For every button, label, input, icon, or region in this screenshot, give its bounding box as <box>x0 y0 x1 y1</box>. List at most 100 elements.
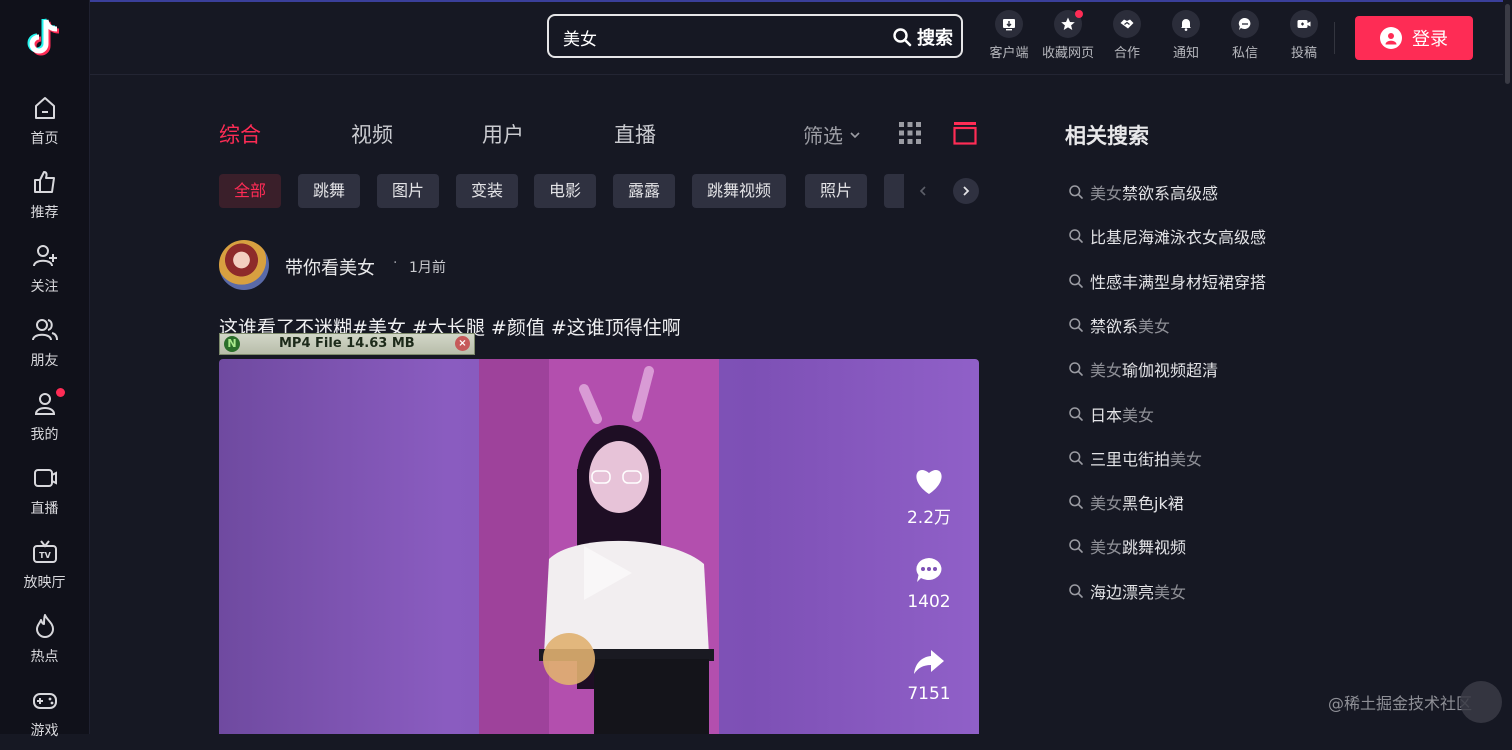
sidebar-item-label: 热点 <box>30 649 59 665</box>
search-input[interactable] <box>561 24 865 50</box>
bell-icon <box>1181 19 1191 31</box>
tab-live[interactable]: 直播 <box>614 119 656 149</box>
header-item-client[interactable]: 客户端 <box>981 10 1037 61</box>
close-icon[interactable]: × <box>455 336 470 351</box>
keyword-text: 三里屯街拍 <box>1090 449 1171 469</box>
related-search-item[interactable]: 海边漂亮美女 <box>1068 579 1186 603</box>
sidebar-item-home[interactable]: 首页 <box>0 94 89 158</box>
sidebar-item-hot[interactable]: 热点 <box>0 612 89 676</box>
download-badge: N <box>224 336 240 352</box>
header-item-label: 投稿 <box>1290 46 1317 61</box>
related-search-item[interactable]: 比基尼海滩泳衣女高级感 <box>1068 224 1266 248</box>
follow-icon <box>32 245 57 267</box>
chip-costume[interactable]: 变装 <box>456 174 519 208</box>
sidebar-item-live[interactable]: 直播 <box>0 464 89 528</box>
sidebar-item-games[interactable]: 游戏 <box>0 686 89 750</box>
keyword-text: 海边漂亮 <box>1090 582 1155 602</box>
svg-text:TV: TV <box>39 551 51 560</box>
related-search-item[interactable]: 禁欲系美女 <box>1068 313 1170 337</box>
chip-dance[interactable]: 跳舞 <box>298 174 361 208</box>
download-overlay-bar[interactable]: N MP4 File 14.63 MB × <box>219 333 475 355</box>
floating-action-button[interactable] <box>1460 681 1502 723</box>
post-time: 1月前 <box>409 260 446 276</box>
search-icon <box>1069 185 1083 199</box>
tab-all[interactable]: 综合 <box>219 119 261 149</box>
chip-photo[interactable]: 照片 <box>805 174 868 208</box>
keyword-text: 比基尼海滩泳衣女高级感 <box>1090 228 1267 248</box>
chip-lulu[interactable]: 露露 <box>613 174 676 208</box>
sidebar-item-label: 放映厅 <box>23 575 66 591</box>
related-search-text: 禁欲系美女 <box>1090 313 1170 337</box>
search-icon <box>1069 539 1083 554</box>
keyword-text: 瑜伽视频超清 <box>1122 361 1219 381</box>
header-item-label: 客户端 <box>989 46 1029 61</box>
chip-all[interactable]: 全部 <box>219 174 282 208</box>
related-search-text: 美女黑色jk裙 <box>1090 490 1184 514</box>
related-search-text: 美女瑜伽视频超清 <box>1090 357 1218 381</box>
user-icon <box>1380 27 1402 49</box>
comment-button[interactable]: 1402 <box>899 556 959 612</box>
search-icon <box>1069 583 1083 598</box>
related-search-text: 美女禁欲系高级感 <box>1090 180 1218 204</box>
search-icon <box>1069 406 1083 421</box>
sidebar-item-me[interactable]: 我的 <box>0 388 89 454</box>
keyword-text: 日本 <box>1090 405 1123 425</box>
share-button[interactable]: 7151 <box>899 648 959 704</box>
single-view-icon[interactable] <box>953 121 977 145</box>
scrollbar-thumb[interactable] <box>1505 4 1510 84</box>
sidebar-item-label: 直播 <box>30 501 59 517</box>
meta-separator: · <box>393 255 398 271</box>
comment-icon <box>916 558 942 582</box>
header-item-upload[interactable]: 投稿 <box>1276 10 1332 61</box>
sidebar-item-friends[interactable]: 朋友 <box>0 316 89 380</box>
sidebar-item-label: 关注 <box>30 279 59 295</box>
highlighted-keyword: 美女 <box>1090 538 1123 558</box>
tab-video[interactable]: 视频 <box>351 119 393 149</box>
chip-picture[interactable]: 图片 <box>377 174 440 208</box>
download-file-label: MP4 File 14.63 MB <box>279 336 415 351</box>
tab-user[interactable]: 用户 <box>482 119 524 149</box>
keyword-text: 跳舞视频 <box>1122 538 1187 558</box>
search-button[interactable]: 搜索 <box>892 24 953 50</box>
chip-prev-button[interactable] <box>910 178 936 204</box>
related-search-item[interactable]: 美女跳舞视频 <box>1068 534 1186 558</box>
handshake-icon <box>1120 19 1134 29</box>
watermark: @稀土掘金技术社区 <box>1328 694 1473 713</box>
tiktok-logo-icon[interactable] <box>24 16 64 60</box>
related-search-text: 美女跳舞视频 <box>1090 534 1186 558</box>
chip-next-button[interactable] <box>953 178 979 204</box>
keyword-text: 性感丰满型身材短裙穿搭 <box>1090 272 1267 292</box>
header-item-cooperate[interactable]: 合作 <box>1099 10 1155 61</box>
related-search-item[interactable]: 美女黑色jk裙 <box>1068 490 1184 514</box>
highlighted-keyword: 美女 <box>1090 494 1123 514</box>
play-icon[interactable] <box>578 542 636 604</box>
video-player[interactable]: 2.2万 1402 7151 <box>219 359 979 734</box>
sidebar-item-recommend[interactable]: 推荐 <box>0 168 89 232</box>
header-item-message[interactable]: 私信 <box>1217 10 1273 61</box>
related-search-text: 三里屯街拍美女 <box>1090 446 1202 470</box>
related-search-item[interactable]: 日本美女 <box>1068 402 1154 426</box>
header-item-notify[interactable]: 通知 <box>1158 10 1214 61</box>
related-search-item[interactable]: 三里屯街拍美女 <box>1068 446 1202 470</box>
header-item-bookmark[interactable]: 收藏网页 <box>1040 10 1096 61</box>
search-icon <box>893 28 912 47</box>
search-box: 搜索 <box>547 14 963 58</box>
author-name[interactable]: 带你看美女 <box>285 254 375 280</box>
filter-dropdown[interactable]: 筛选 <box>803 120 861 149</box>
keyword-text: 黑色jk裙 <box>1122 494 1184 514</box>
keyword-text: 禁欲系高级感 <box>1122 184 1219 203</box>
chip-movie[interactable]: 电影 <box>534 174 597 208</box>
sidebar-item-label: 首页 <box>30 131 59 147</box>
login-button[interactable]: 登录 <box>1355 16 1473 60</box>
grid-view-icon[interactable] <box>898 121 922 145</box>
author-avatar[interactable] <box>219 240 269 290</box>
related-search-item[interactable]: 性感丰满型身材短裙穿搭 <box>1068 269 1266 293</box>
related-search-item[interactable]: 美女瑜伽视频超清 <box>1068 357 1218 381</box>
sidebar-item-theater[interactable]: TV 放映厅 <box>0 538 89 602</box>
like-button[interactable]: 2.2万 <box>899 467 959 528</box>
highlighted-keyword: 美女 <box>1122 405 1155 425</box>
chip-dance-video[interactable]: 跳舞视频 <box>692 174 787 208</box>
sidebar-item-follow[interactable]: 关注 <box>0 242 89 306</box>
related-search-item[interactable]: 美女禁欲系高级感 <box>1068 180 1218 204</box>
scrollbar[interactable] <box>1503 0 1512 734</box>
